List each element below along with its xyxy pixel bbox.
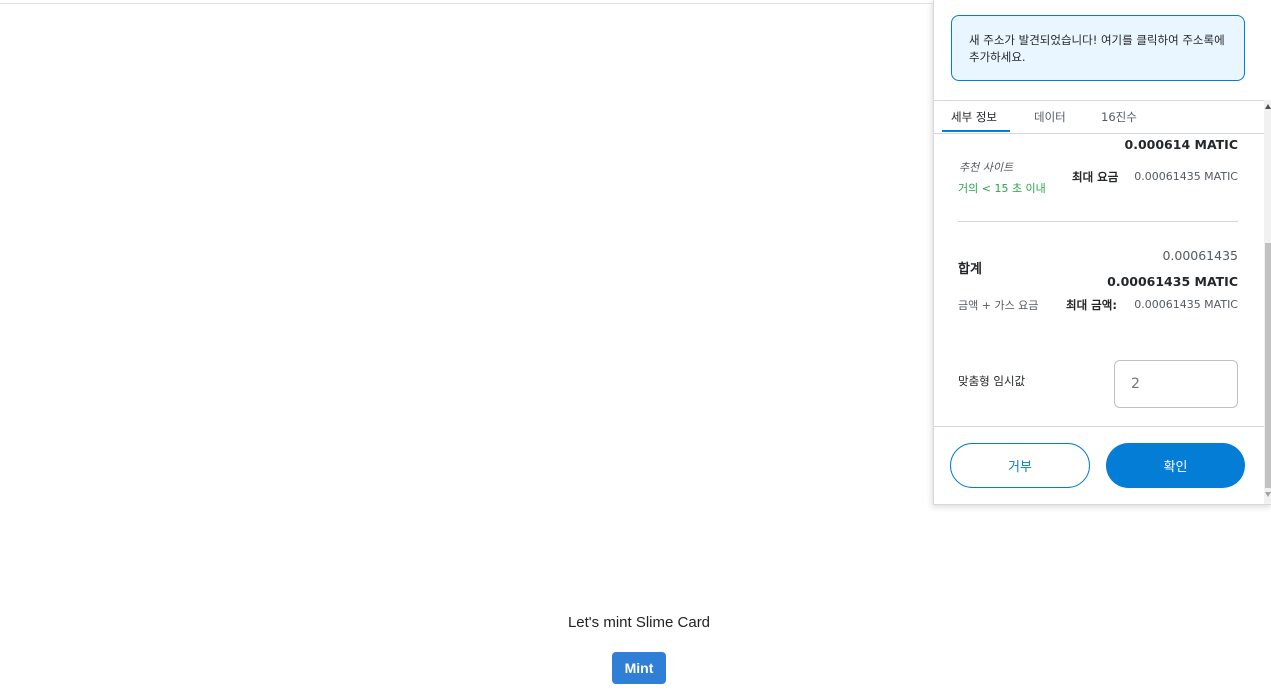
popup-scrollbar[interactable] [1264,100,1271,504]
max-fee-value: 0.00061435 MATIC [1134,170,1238,183]
tab-details[interactable]: 세부 정보 [951,109,997,125]
reject-button[interactable]: 거부 [950,443,1090,488]
gas-estimate-label[interactable]: 추천 사이트 [959,159,1013,175]
active-tab-indicator [942,130,1010,132]
wallet-confirm-popup: 새 주소가 발견되었습니다! 여기를 클릭하여 주소록에 추가하세요. 세부 정… [933,0,1271,505]
popup-footer: 거부 확인 [934,426,1264,504]
tab-data[interactable]: 데이터 [1034,109,1066,125]
gas-amount: 0.000614 MATIC [1124,137,1238,152]
custom-nonce-input[interactable] [1114,360,1238,408]
scroll-down-arrow-icon[interactable] [1265,492,1271,497]
max-fee-label: 최대 요금 [1072,170,1119,184]
new-address-notice[interactable]: 새 주소가 발견되었습니다! 여기를 클릭하여 주소록에 추가하세요. [951,15,1245,81]
confirm-button[interactable]: 확인 [1106,443,1245,488]
max-amount-label: 최대 금액: [1066,298,1117,312]
max-amount-value: 0.00061435 MATIC [1134,298,1238,311]
scroll-up-arrow-icon[interactable] [1265,104,1271,109]
total-label: 합계 [958,262,982,277]
tab-hex[interactable]: 16진수 [1101,109,1137,125]
section-divider [958,221,1238,222]
transaction-details: 0.000614 MATIC 추천 사이트 거의 < 15 초 이내 최대 요금… [934,134,1264,426]
page-top-divider [0,3,934,4]
total-plain-value: 0.00061435 [1162,248,1238,263]
scrollbar-thumb[interactable] [1265,243,1271,488]
mint-heading: Let's mint Slime Card [567,614,711,631]
mint-button[interactable]: Mint [612,652,666,684]
total-sub-label: 금액 + 가스 요금 [958,299,1039,312]
total-value: 0.00061435 MATIC [1107,274,1238,289]
tab-bar: 세부 정보 데이터 16진수 [934,100,1264,134]
custom-nonce-label: 맞춤형 임시값 [958,374,1026,388]
gas-timing: 거의 < 15 초 이내 [958,182,1046,195]
